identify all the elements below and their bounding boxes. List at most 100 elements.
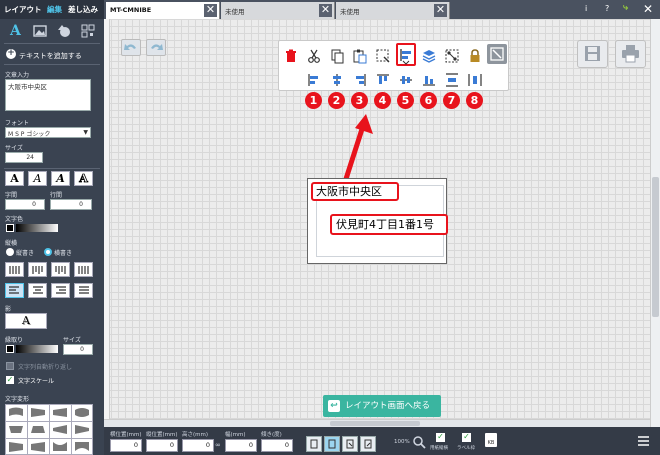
- width-input[interactable]: 0: [225, 439, 257, 452]
- zoom-value[interactable]: 100%: [394, 439, 410, 445]
- page-mode-2-button[interactable]: [324, 436, 340, 452]
- barcode-tool-icon[interactable]: [81, 24, 95, 38]
- hide-button[interactable]: [487, 44, 507, 64]
- kb-icon[interactable]: KB: [485, 433, 497, 447]
- save-button[interactable]: [577, 40, 608, 68]
- horizontal-scroll-thumb[interactable]: [330, 421, 420, 426]
- left-ruler: [104, 19, 110, 427]
- close-icon[interactable]: ✕: [434, 4, 447, 17]
- align-top-icon[interactable]: [375, 72, 391, 88]
- cut-icon[interactable]: [306, 48, 322, 64]
- text-object-1[interactable]: 大阪市中央区: [311, 182, 399, 201]
- text-color-gradient[interactable]: [16, 224, 58, 232]
- text-object-1-label: 大阪市中央区: [316, 185, 382, 198]
- wrap-checkbox[interactable]: [6, 362, 14, 370]
- border-size-input[interactable]: 0: [63, 344, 93, 355]
- align-left-icon[interactable]: [306, 72, 322, 88]
- page-mode-3-button[interactable]: [342, 436, 358, 452]
- print-button[interactable]: [615, 40, 646, 68]
- border-color-swatch[interactable]: [6, 345, 14, 353]
- select-icon[interactable]: [375, 48, 391, 64]
- document-tab-bar: MT-CMNIBE ✕ 未使用 ✕ 未使用 ✕ i ? ⤷ ✕: [104, 0, 660, 19]
- tab-document-3[interactable]: 未使用 ✕: [336, 2, 450, 19]
- style-normal-button[interactable]: A: [5, 171, 24, 186]
- copy-icon[interactable]: [329, 48, 345, 64]
- scale-checkbox[interactable]: ✓: [6, 376, 14, 384]
- exit-icon[interactable]: ⤷: [623, 3, 628, 13]
- sidebar-tabs: レイアウト 編集 差し込み: [0, 0, 104, 19]
- label-frame-checkbox[interactable]: ✓: [462, 433, 471, 442]
- line-spacing-input[interactable]: 0: [50, 199, 92, 210]
- vertical-scrollbar[interactable]: [650, 19, 660, 427]
- info-icon[interactable]: i: [585, 4, 587, 13]
- back-icon: ↩: [328, 400, 340, 412]
- align-right-icon[interactable]: [352, 72, 368, 88]
- paste-icon[interactable]: [352, 48, 368, 64]
- tab-edit[interactable]: 編集: [47, 4, 62, 15]
- text-input-area[interactable]: 大阪市中央区: [5, 79, 91, 111]
- close-window-icon[interactable]: ✕: [640, 2, 656, 17]
- help-icon[interactable]: ?: [605, 4, 609, 13]
- x-pos-input[interactable]: 0: [110, 439, 142, 452]
- height-input[interactable]: 0: [182, 439, 214, 452]
- horizontal-radio[interactable]: [44, 248, 52, 256]
- sidebar: レイアウト 編集 差し込み A + テキストを追加する 文章入力 大阪市中央区 …: [0, 0, 104, 455]
- callout-number-4: 4: [374, 92, 391, 109]
- tab-document-1[interactable]: MT-CMNIBE ✕: [106, 2, 220, 19]
- char-spacing-input[interactable]: 0: [5, 199, 45, 210]
- close-icon[interactable]: ✕: [204, 4, 217, 17]
- add-text-icon[interactable]: +: [6, 49, 16, 59]
- text-input-label: 文章入力: [5, 72, 30, 79]
- zoom-icon[interactable]: [412, 435, 426, 449]
- callout-number-5: 5: [397, 92, 414, 109]
- page-mode-4-button[interactable]: [360, 436, 376, 452]
- distribute-vertical-icon[interactable]: [444, 72, 460, 88]
- menu-button[interactable]: [637, 434, 651, 448]
- text-object-2[interactable]: 伏見町4丁目1番1号: [330, 214, 448, 235]
- scroll-thumb[interactable]: [652, 177, 659, 317]
- text-tool-icon[interactable]: A: [10, 23, 24, 39]
- angle-input[interactable]: 0: [261, 439, 293, 452]
- lock-icon[interactable]: [467, 48, 483, 64]
- align-center-h-icon[interactable]: [329, 72, 345, 88]
- image-tool-icon[interactable]: [33, 24, 47, 38]
- add-text-button[interactable]: テキストを追加する: [19, 51, 82, 61]
- trash-icon[interactable]: [283, 48, 299, 64]
- style-bold-italic-button[interactable]: A: [51, 171, 70, 186]
- tab-layout[interactable]: レイアウト: [4, 4, 42, 15]
- paper-orientation-label: 用紙縦横: [430, 446, 448, 451]
- tab-document-1-label: MT-CMNIBE: [110, 6, 152, 14]
- group-icon[interactable]: [444, 48, 460, 64]
- layers-icon[interactable]: [421, 48, 437, 64]
- page-mode-1-button[interactable]: [306, 436, 322, 452]
- back-to-layout-button[interactable]: ↩ レイアウト画面へ戻る: [323, 395, 441, 417]
- size-input[interactable]: 24: [5, 152, 43, 163]
- shadow-button[interactable]: A: [5, 313, 47, 329]
- border-color-gradient[interactable]: [16, 345, 58, 353]
- font-select[interactable]: M S P ゴシック ▼: [5, 127, 91, 138]
- style-outline-button[interactable]: A: [74, 171, 93, 186]
- tab-merge[interactable]: 差し込み: [68, 4, 98, 15]
- y-pos-input[interactable]: 0: [146, 439, 178, 452]
- distribute-horizontal-icon[interactable]: [467, 72, 483, 88]
- callout-number-3: 3: [351, 92, 368, 109]
- wrap-label: 文字列自動折り返し: [18, 364, 73, 371]
- style-italic-button[interactable]: A: [28, 171, 47, 186]
- horizontal-scrollbar[interactable]: [104, 419, 650, 427]
- align-middle-icon[interactable]: [398, 72, 414, 88]
- undo-button[interactable]: [121, 39, 141, 56]
- paper-orientation-checkbox[interactable]: ✓: [436, 433, 445, 442]
- close-icon[interactable]: ✕: [319, 4, 332, 17]
- link-icon[interactable]: ∞: [215, 441, 221, 449]
- redo-button[interactable]: [146, 39, 166, 56]
- direction-label: 縦横: [5, 240, 18, 247]
- label-preview[interactable]: 大阪市中央区 伏見町4丁目1番1号: [307, 178, 448, 264]
- tab-document-2[interactable]: 未使用 ✕: [221, 2, 335, 19]
- deform-label: 文字変形: [5, 396, 30, 403]
- align-bottom-icon[interactable]: [421, 72, 437, 88]
- text-color-label: 文字色: [5, 216, 24, 223]
- vertical-radio[interactable]: [6, 248, 14, 256]
- shape-tool-icon[interactable]: [57, 24, 71, 38]
- text-color-swatch[interactable]: [6, 224, 14, 232]
- menu-icon: [638, 436, 649, 446]
